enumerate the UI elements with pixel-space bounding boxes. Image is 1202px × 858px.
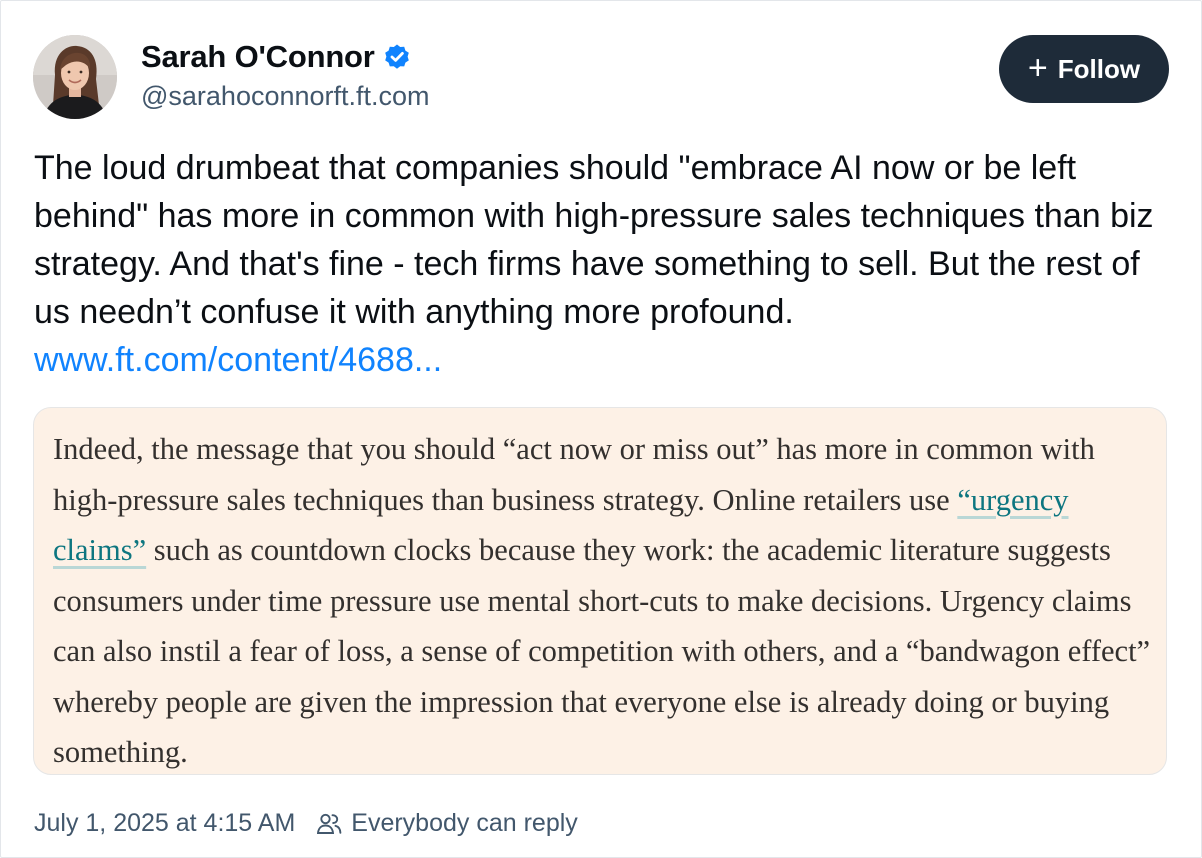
verified-badge-icon <box>383 43 411 71</box>
post-text: The loud drumbeat that companies should … <box>34 149 1154 331</box>
plus-icon: + <box>1027 48 1048 87</box>
reply-setting[interactable]: Everybody can reply <box>351 809 578 838</box>
quote-text: Indeed, the message that you should “act… <box>53 424 1163 778</box>
author-handle[interactable]: @sarahoconnorft.ft.com <box>141 81 430 112</box>
follow-button[interactable]: + Follow <box>999 35 1169 103</box>
post-body: The loud drumbeat that companies should … <box>34 144 1164 384</box>
follow-button-label: Follow <box>1057 53 1141 84</box>
post-timestamp[interactable]: July 1, 2025 at 4:15 AM <box>34 809 295 838</box>
people-icon <box>315 810 343 838</box>
quoted-article-excerpt[interactable]: Indeed, the message that you should “act… <box>33 407 1167 775</box>
avatar[interactable] <box>33 35 117 119</box>
author-display-name[interactable]: Sarah O'Connor <box>141 39 375 75</box>
quote-text-before: Indeed, the message that you should “act… <box>53 432 1095 517</box>
author-name-row: Sarah O'Connor <box>141 39 411 75</box>
post-footer: July 1, 2025 at 4:15 AM Everybody can re… <box>34 809 578 838</box>
post-card: Sarah O'Connor @sarahoconnorft.ft.com + … <box>0 0 1202 858</box>
profile-photo <box>33 35 117 119</box>
post-link[interactable]: www.ft.com/content/4688... <box>34 341 442 379</box>
quote-text-after: such as countdown clocks because they wo… <box>53 533 1151 769</box>
